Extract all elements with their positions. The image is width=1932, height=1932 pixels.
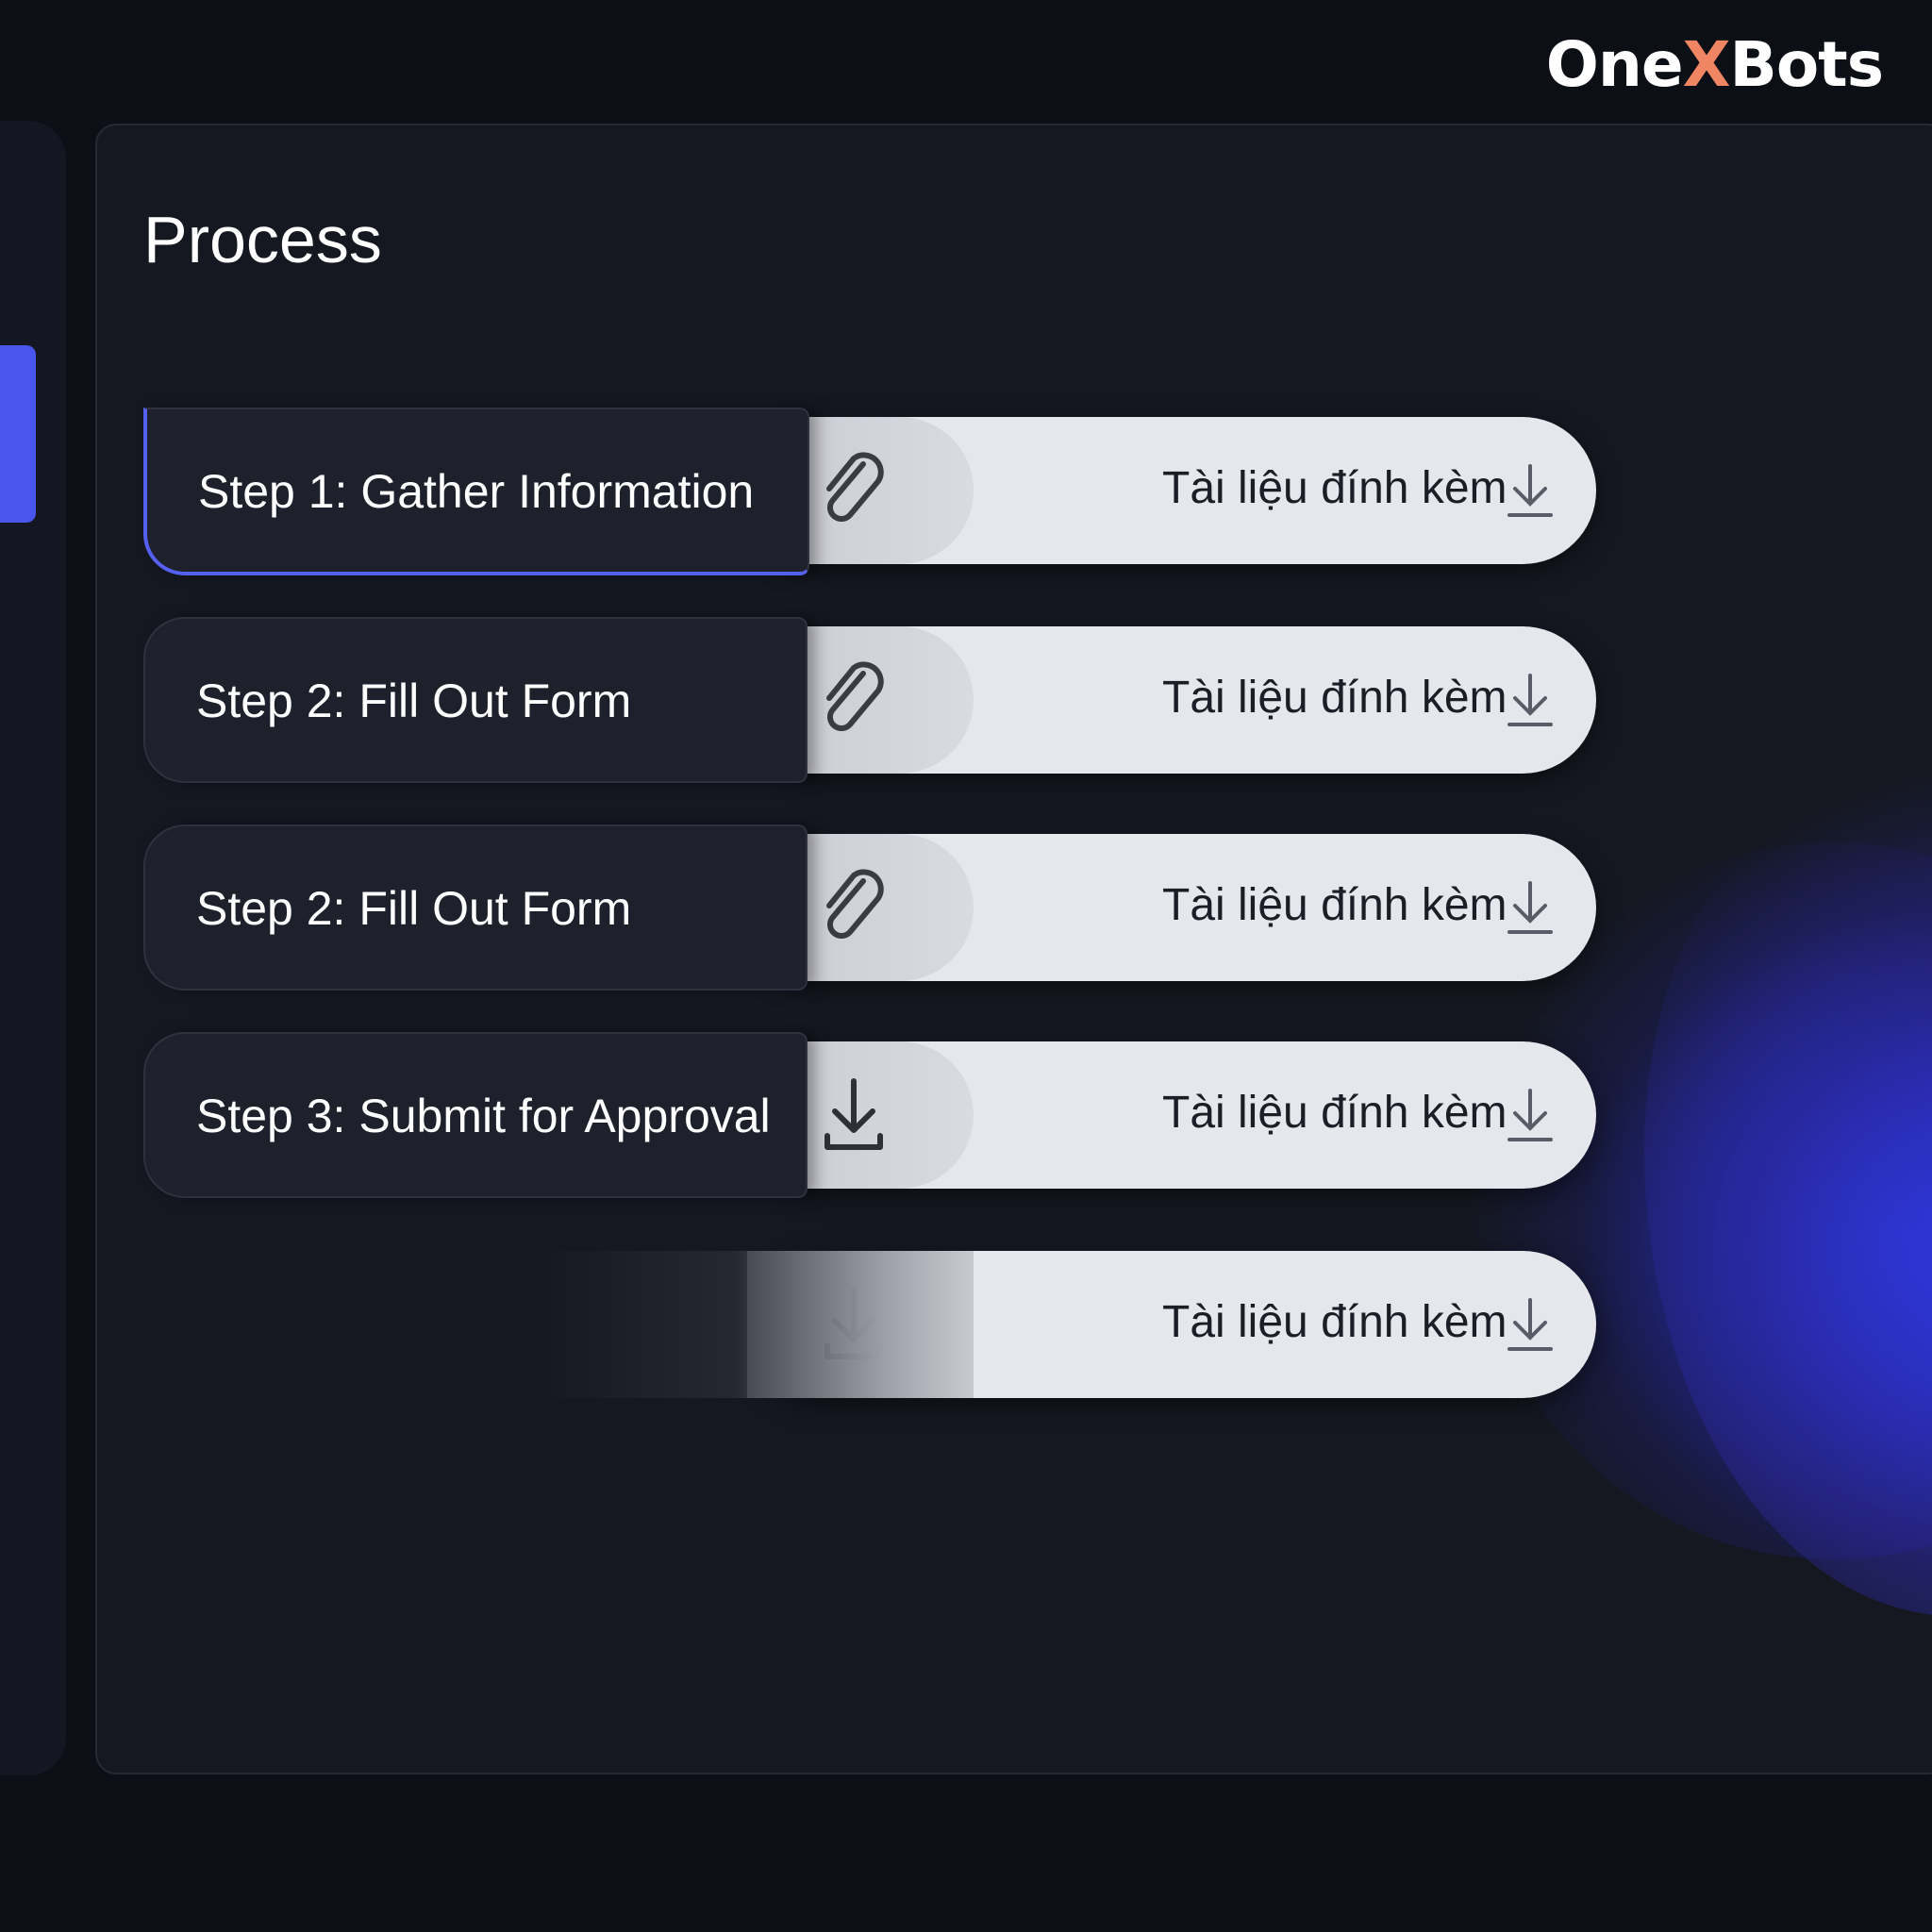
attachment-pill[interactable]: Tài liệu đính kèm xyxy=(747,417,1596,564)
step-row-3: Tài liệu đính kèm Step 2: Fill Out Form xyxy=(143,824,1596,991)
attachment-pill[interactable]: Tài liệu đính kèm xyxy=(747,834,1596,981)
attachment-label: Tài liệu đính kèm xyxy=(1162,1297,1507,1347)
paperclip-icon xyxy=(826,661,884,732)
step-row-2: Tài liệu đính kèm Step 2: Fill Out Form xyxy=(143,617,1596,783)
step-box[interactable]: Step 2: Fill Out Form xyxy=(143,617,808,783)
attachment-pill[interactable]: Tài liệu đính kèm xyxy=(747,626,1596,774)
attachment-label: Tài liệu đính kèm xyxy=(1162,463,1507,513)
attachment-label: Tài liệu đính kèm xyxy=(1162,673,1507,723)
download-tray-icon xyxy=(824,1078,883,1150)
paperclip-icon xyxy=(826,452,884,523)
onexbots-logo: OneXBots xyxy=(1545,28,1884,101)
attachment-label: Tài liệu đính kèm xyxy=(1162,1088,1507,1138)
step-box-active[interactable]: Step 1: Gather Information xyxy=(143,408,809,575)
step-label: Step 3: Submit for Approval xyxy=(196,1090,771,1142)
attachment-pill[interactable]: Tài liệu đính kèm xyxy=(747,1041,1596,1189)
logo-text-one: One xyxy=(1545,28,1684,101)
download-icon[interactable] xyxy=(1502,1294,1558,1355)
download-icon[interactable] xyxy=(1502,460,1558,521)
step-row-5: Tài liệu đính kèm xyxy=(143,1241,1596,1407)
step-label: Step 1: Gather Information xyxy=(198,465,755,518)
step-row-1: Tài liệu đính kèm Step 1: Gather Informa… xyxy=(143,408,1596,575)
download-icon[interactable] xyxy=(1502,1085,1558,1145)
attachment-label: Tài liệu đính kèm xyxy=(1162,880,1507,930)
download-icon[interactable] xyxy=(1502,670,1558,730)
step-row-4: Tài liệu đính kèm Step 3: Submit for App… xyxy=(143,1032,1596,1198)
logo-text-bots: Bots xyxy=(1729,28,1884,101)
fade-overlay xyxy=(540,1251,974,1398)
step-label: Step 2: Fill Out Form xyxy=(196,675,632,727)
step-box[interactable]: Step 2: Fill Out Form xyxy=(143,824,808,991)
paperclip-icon xyxy=(826,869,884,940)
download-icon[interactable] xyxy=(1502,877,1558,938)
sidebar-active-indicator[interactable] xyxy=(0,345,36,523)
step-label: Step 2: Fill Out Form xyxy=(196,882,632,935)
logo-text-x: X xyxy=(1682,28,1731,101)
step-box[interactable]: Step 3: Submit for Approval xyxy=(143,1032,808,1198)
app-canvas: OneXBots Process Tài liệu đính kèm Step … xyxy=(0,0,1932,1932)
page-title: Process xyxy=(143,203,382,276)
